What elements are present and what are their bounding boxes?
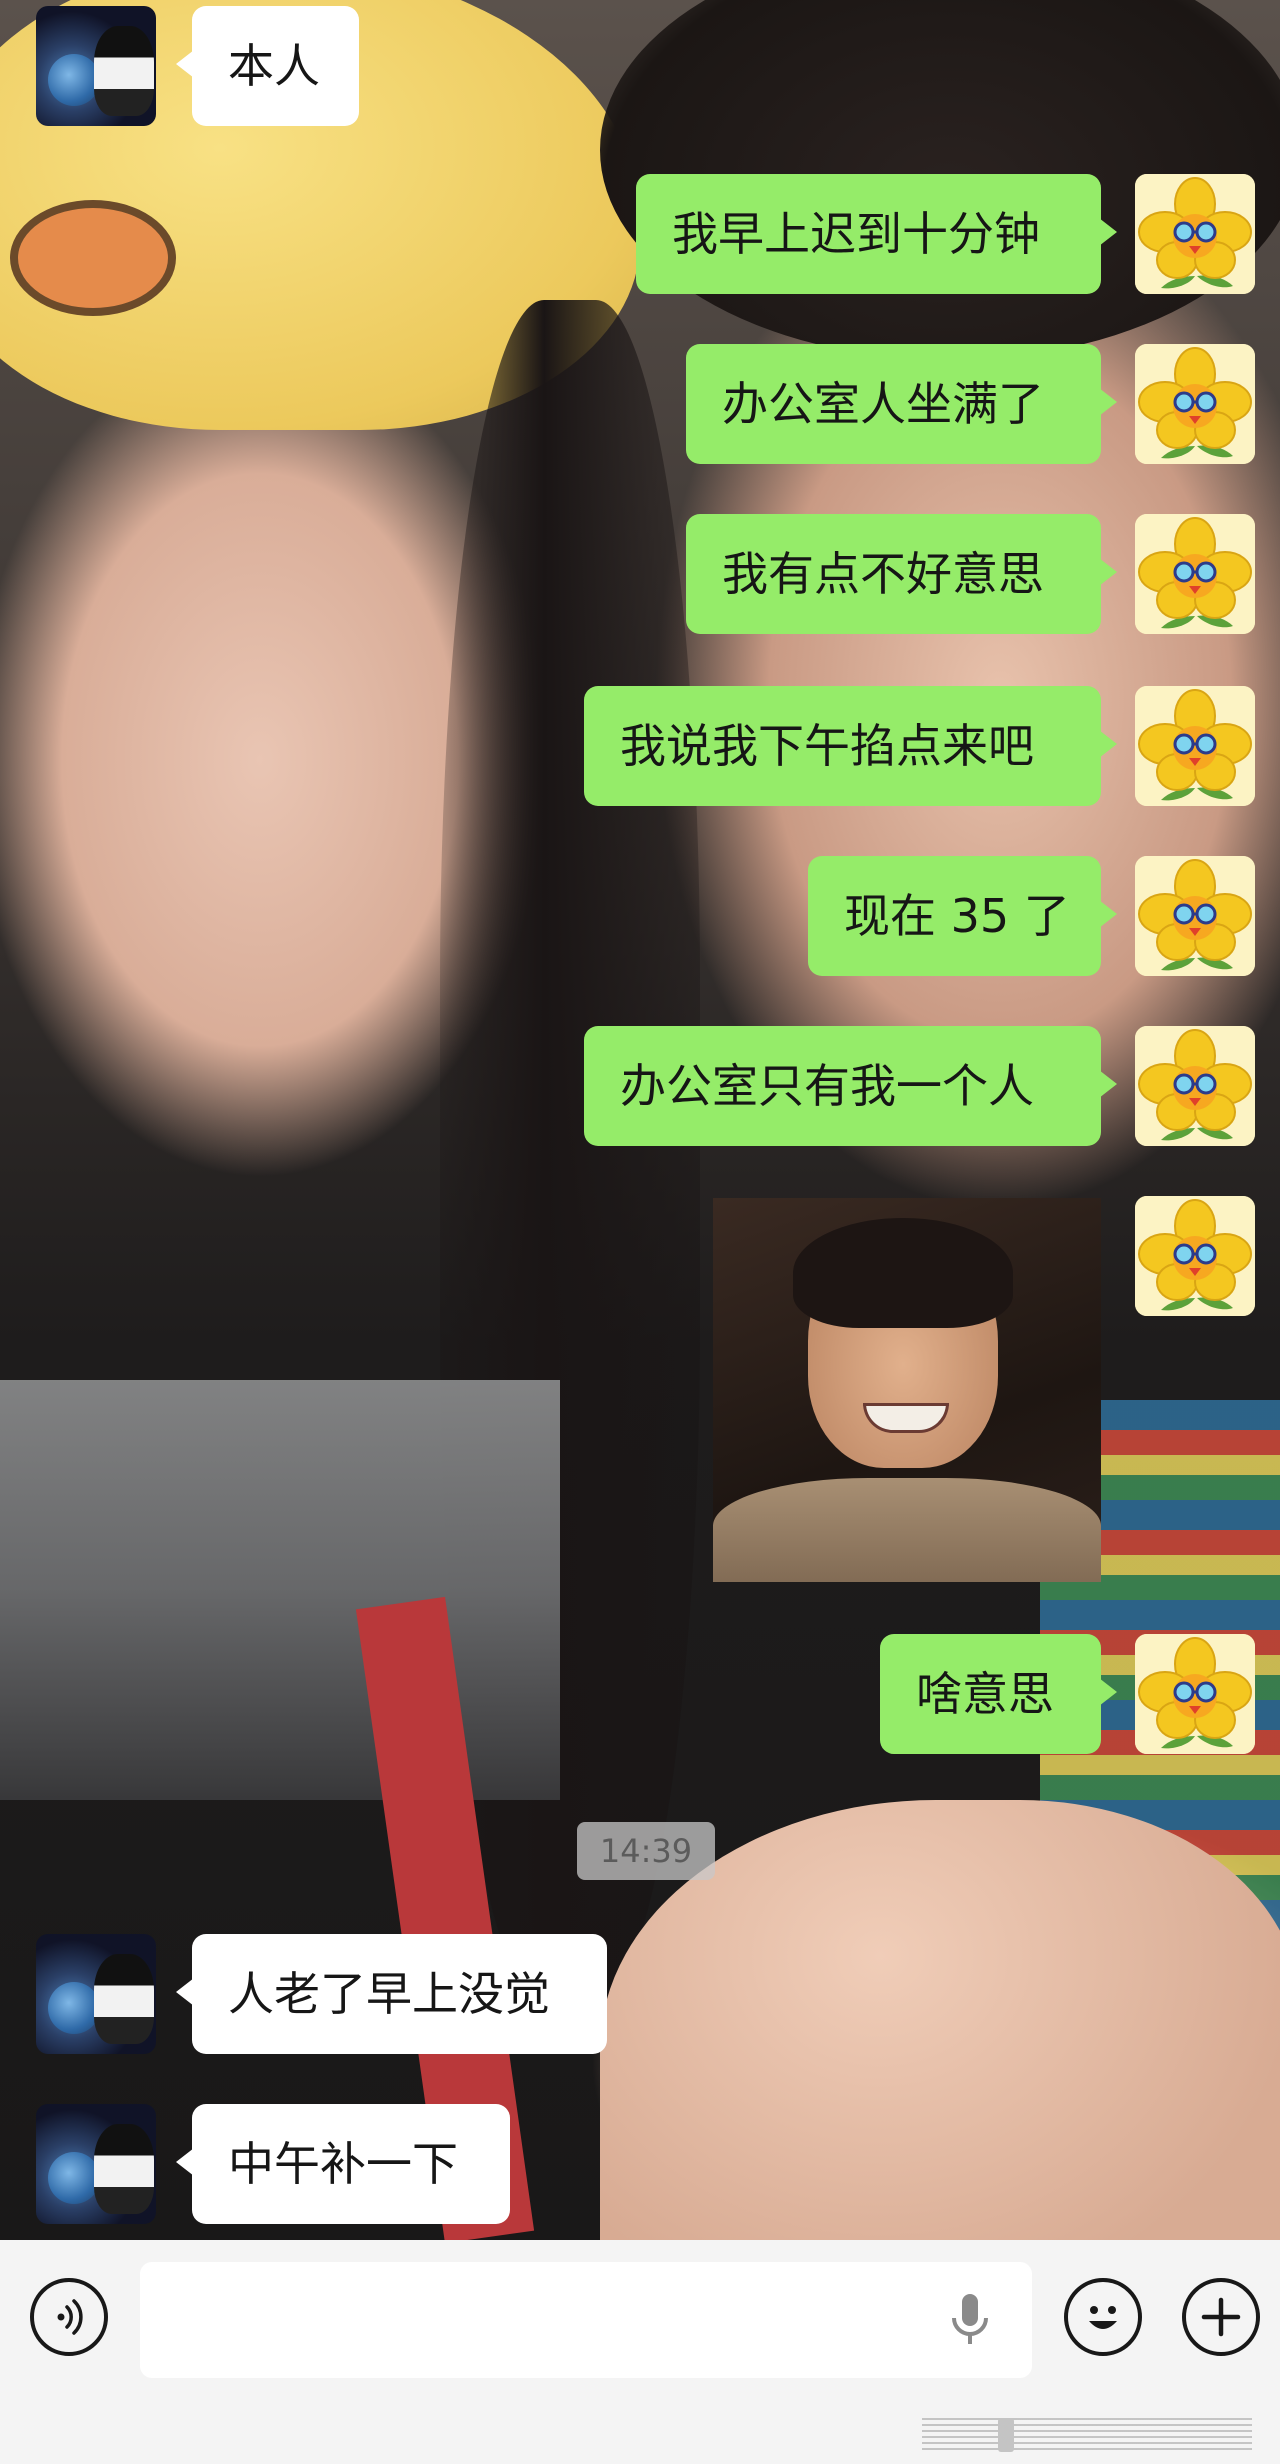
contact-avatar[interactable] [36, 1934, 156, 2054]
photo-hair [793, 1218, 1013, 1328]
flower-avatar-icon [1135, 1634, 1255, 1754]
message-bubble-incoming[interactable]: 中午补一下 [176, 2104, 510, 2224]
dog-icon [94, 1954, 154, 2044]
earth-icon [48, 1982, 100, 2034]
self-avatar[interactable] [1135, 1196, 1255, 1316]
self-avatar[interactable] [1135, 686, 1255, 806]
input-bar [0, 2240, 1280, 2464]
flower-avatar-icon [1135, 686, 1255, 806]
voice-button[interactable] [30, 2278, 108, 2356]
self-avatar[interactable] [1135, 344, 1255, 464]
message-bubble-outgoing[interactable]: 办公室人坐满了 [686, 344, 1117, 464]
message-input[interactable] [140, 2262, 1032, 2378]
dog-icon [94, 26, 154, 116]
flower-avatar-icon [1135, 856, 1255, 976]
earth-icon [48, 54, 100, 106]
message-bubble-outgoing[interactable]: 我早上迟到十分钟 [636, 174, 1117, 294]
self-avatar[interactable] [1135, 1026, 1255, 1146]
dog-icon [94, 2124, 154, 2214]
self-avatar[interactable] [1135, 1634, 1255, 1754]
flower-avatar-icon [1135, 344, 1255, 464]
background-shirt [0, 1380, 560, 1800]
message-bubble-outgoing[interactable]: 我说我下午掐点来吧 [584, 686, 1117, 806]
message-bubble-outgoing[interactable]: 现在 35 了 [808, 856, 1117, 976]
self-avatar[interactable] [1135, 856, 1255, 976]
plus-icon [1201, 2297, 1241, 2337]
message-bubble-incoming[interactable]: 人老了早上没觉 [176, 1934, 607, 2054]
background-hat-badge [10, 200, 176, 316]
flower-avatar-icon [1135, 174, 1255, 294]
self-avatar[interactable] [1135, 174, 1255, 294]
message-bubble-outgoing[interactable]: 啥意思 [880, 1634, 1117, 1754]
flower-avatar-icon [1135, 1026, 1255, 1146]
message-timestamp: 14:39 [577, 1822, 715, 1880]
self-avatar[interactable] [1135, 514, 1255, 634]
flower-avatar-icon [1135, 1196, 1255, 1316]
photo-shirt [713, 1478, 1101, 1582]
contact-avatar[interactable] [36, 2104, 156, 2224]
more-button[interactable] [1182, 2278, 1260, 2356]
home-indicator [922, 2418, 1252, 2452]
flower-avatar-icon [1135, 514, 1255, 634]
voice-icon [57, 2299, 83, 2335]
home-indicator-knob [998, 2418, 1014, 2452]
microphone-icon[interactable] [948, 2292, 992, 2348]
message-bubble-outgoing[interactable]: 办公室只有我一个人 [584, 1026, 1117, 1146]
message-bubble-incoming[interactable]: 本人 [176, 6, 359, 126]
emoji-icon [1089, 2306, 1117, 2329]
emoji-button[interactable] [1064, 2278, 1142, 2356]
message-bubble-outgoing[interactable]: 我有点不好意思 [686, 514, 1117, 634]
earth-icon [48, 2152, 100, 2204]
contact-avatar[interactable] [36, 6, 156, 126]
image-message[interactable] [713, 1198, 1101, 1582]
